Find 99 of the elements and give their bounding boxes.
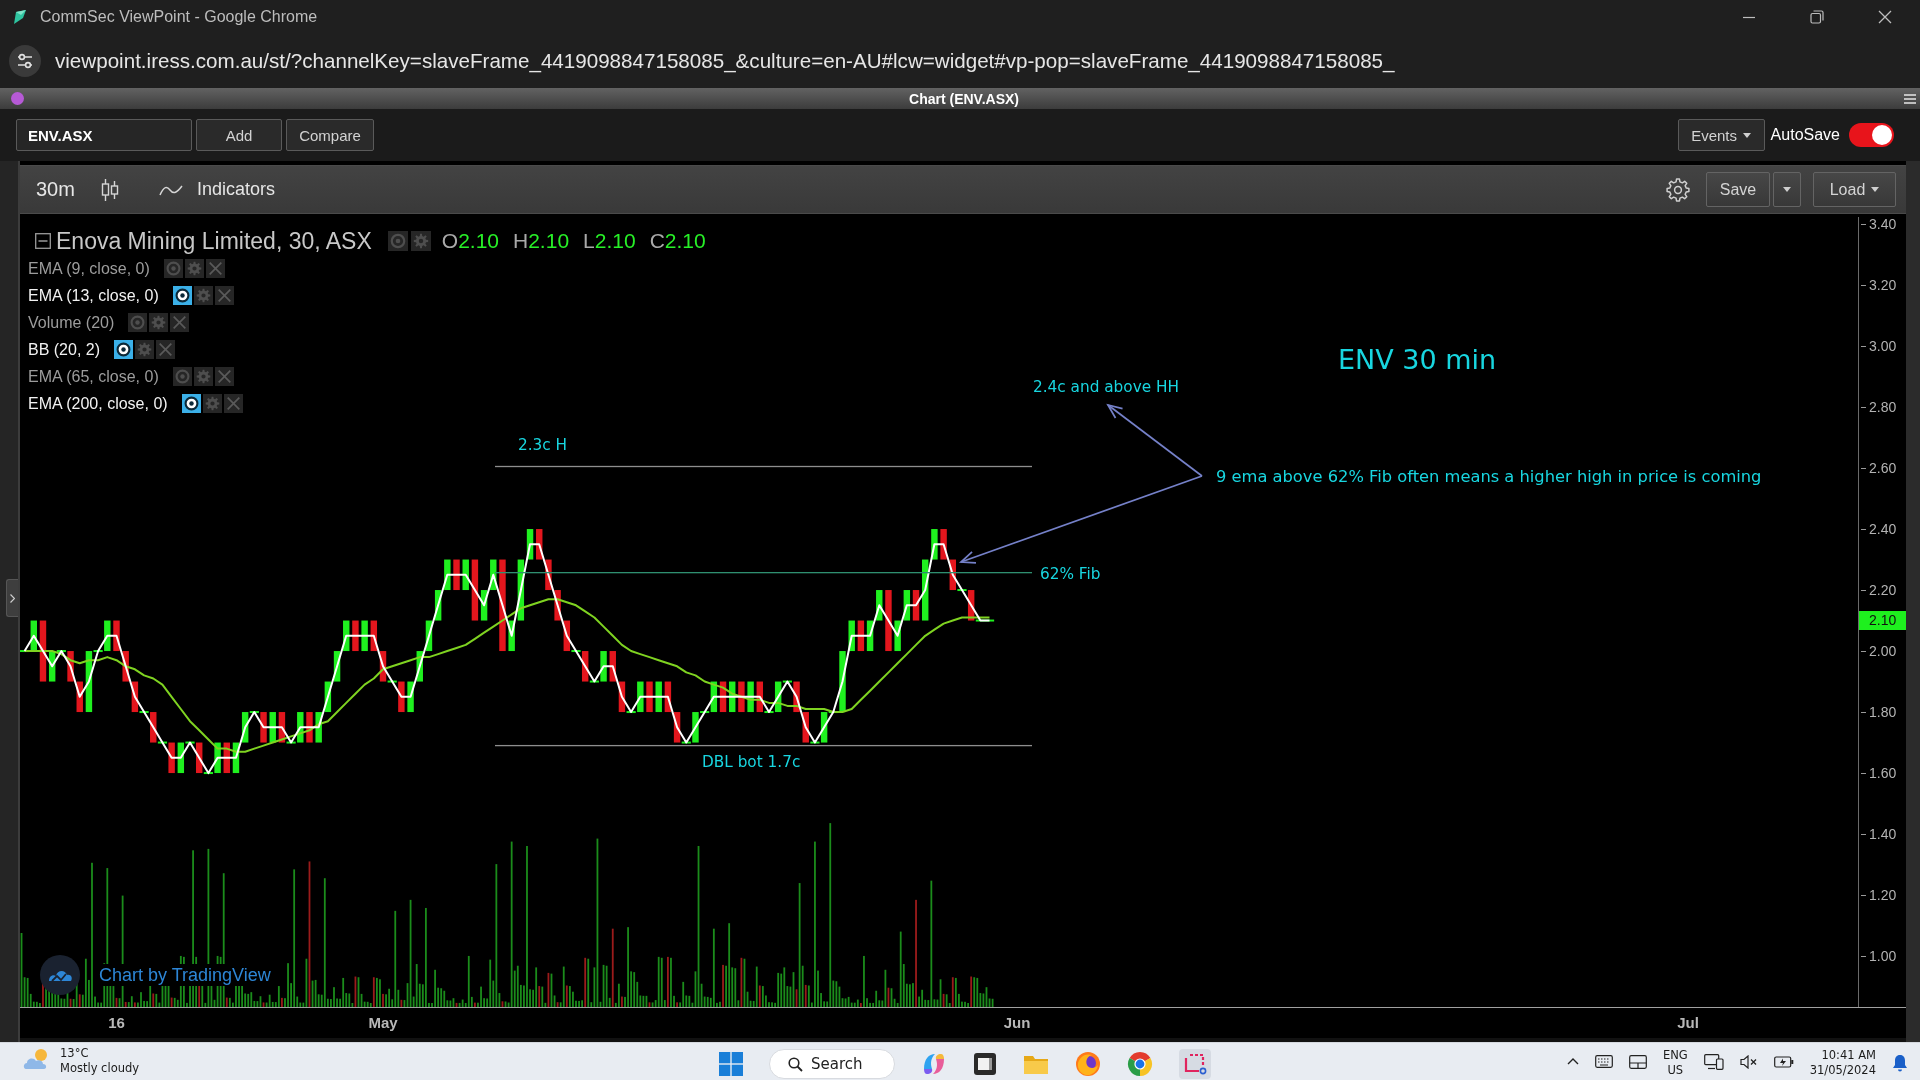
temperature-text: 13°C: [60, 1046, 89, 1061]
price-label: 1.40: [1859, 826, 1897, 843]
price-label: 1.00: [1859, 948, 1897, 965]
window-title: CommSec ViewPoint - Google Chrome: [40, 8, 319, 26]
expand-tab[interactable]: [6, 579, 18, 617]
caret-icon: [1783, 187, 1791, 192]
monitor-phone-icon[interactable]: [1703, 1054, 1724, 1070]
caret-icon: [1871, 187, 1880, 192]
price-label: 2.40: [1859, 521, 1897, 538]
ohlc-label: L: [583, 229, 595, 253]
sliders-icon[interactable]: [9, 45, 41, 77]
price-label: 2.00: [1859, 643, 1897, 660]
price-label: 1.80: [1859, 704, 1897, 721]
cloud-logo-icon: [40, 955, 80, 995]
chevron-up-icon[interactable]: [1566, 1058, 1579, 1065]
price-label: 2.80: [1859, 399, 1897, 415]
ohlc-value: 2.10: [458, 229, 499, 253]
study-label: EMA (200, close, 0): [28, 394, 168, 413]
logo-icon: [13, 9, 27, 25]
save-button[interactable]: Save: [1706, 172, 1770, 207]
chart-note: 2.3c H: [518, 436, 568, 455]
panel-title: Chart (ENV.ASX): [908, 90, 1020, 107]
dot-icon: [11, 92, 24, 105]
symbol-field[interactable]: ENV.ASX: [16, 119, 192, 151]
language-text[interactable]: ENG: [1662, 1048, 1688, 1063]
swirl-logo-icon[interactable]: [921, 1051, 947, 1077]
price-label: 3.00: [1859, 338, 1897, 354]
eye-icon[interactable]: [114, 340, 134, 359]
restore-icon[interactable]: [1810, 10, 1824, 24]
chart-note: 62% Fib: [1040, 565, 1101, 584]
keyboard-icon[interactable]: [1594, 1055, 1613, 1068]
study-label: EMA (65, close, 0): [28, 367, 159, 386]
windows-logo-icon[interactable]: [719, 1052, 743, 1076]
gear-icon[interactable]: [410, 231, 431, 251]
touchpad-icon[interactable]: [1628, 1055, 1647, 1069]
caret-icon: [1743, 132, 1752, 138]
toolbar-button[interactable]: Add: [196, 119, 282, 151]
clock-time[interactable]: 10:41 AM: [1821, 1048, 1876, 1063]
search-button[interactable]: Search: [769, 1049, 895, 1079]
ohlc-value: 2.10: [528, 229, 570, 253]
region-text[interactable]: US: [1667, 1063, 1684, 1078]
chart-heading: ENV 30 min: [1338, 343, 1497, 376]
eye-icon[interactable]: [181, 394, 201, 413]
chart-note: DBL bot 1.7c: [702, 753, 801, 772]
chevron-right-icon: [10, 593, 15, 603]
interval-button[interactable]: 30m: [36, 178, 75, 201]
chart-note: 2.4c and above HH: [1033, 378, 1179, 397]
study-label: EMA (13, close, 0): [28, 286, 159, 305]
price-label: 3.40: [1859, 216, 1897, 232]
save-menu-button[interactable]: [1773, 172, 1801, 207]
crop-icon[interactable]: [1179, 1049, 1211, 1079]
events-dropdown[interactable]: Events: [1677, 119, 1765, 151]
price-label: 2.60: [1859, 460, 1897, 476]
eye-icon[interactable]: [172, 286, 192, 305]
gear-icon[interactable]: [149, 313, 169, 332]
candlestick-icon[interactable]: [100, 177, 119, 202]
indicators-button[interactable]: Indicators: [158, 179, 275, 200]
scrollbar[interactable]: [1906, 161, 1920, 1042]
price-label: 3.20: [1859, 277, 1897, 293]
ohlc-label: C: [649, 229, 665, 253]
price-label: 1.60: [1859, 765, 1897, 782]
price-label: 2.20: [1859, 582, 1897, 599]
study-label: BB (20, 2): [28, 340, 101, 359]
load-dropdown[interactable]: Load: [1813, 172, 1896, 207]
bell-icon[interactable]: [1892, 1054, 1908, 1072]
attribution-link[interactable]: Chart by TradingView: [96, 964, 274, 986]
price-label: 1.20: [1859, 887, 1897, 904]
price-tag: 2.10: [1859, 611, 1906, 631]
date-label: May: [368, 1014, 398, 1031]
toolbar-button[interactable]: Compare: [286, 119, 374, 151]
battery-icon[interactable]: [1773, 1055, 1794, 1069]
clock-date[interactable]: 31/05/2024: [1809, 1063, 1876, 1078]
wave-icon: [158, 183, 183, 196]
ohlc-value: 2.10: [664, 229, 706, 253]
ohlc-value: 2.10: [594, 229, 636, 253]
date-label: Jul: [1677, 1014, 1699, 1031]
ring-logo-icon[interactable]: [1127, 1051, 1153, 1077]
date-label: 16: [108, 1014, 125, 1031]
close-icon[interactable]: [1878, 10, 1892, 24]
weather-text: Mostly cloudy: [60, 1061, 140, 1076]
date-label: Jun: [1003, 1014, 1031, 1031]
ohlc-label: H: [513, 229, 529, 253]
legend-title: Enova Mining Limited, 30, ASX: [56, 227, 372, 255]
url-text[interactable]: viewpoint.iress.com.au/st/?channelKey=slaveFrame_4419098847158085_&culture=en-AU#lcw=widget#vp-pop=slaveFrame_4419098847158085_: [55, 49, 1395, 73]
autosave-label: AutoSave: [1770, 126, 1840, 144]
window-icon[interactable]: [973, 1052, 997, 1076]
study-label: EMA (9, close, 0): [28, 259, 150, 278]
chart-note: 9 ema above 62% Fib often means a higher high in price is coming: [1216, 467, 1762, 486]
menu-icon[interactable]: [1904, 93, 1916, 104]
settings-icon[interactable]: [1666, 177, 1690, 202]
ohlc-label: O: [441, 229, 459, 253]
gear-icon[interactable]: [184, 259, 204, 278]
autosave-switch[interactable]: [1849, 123, 1894, 147]
flame-globe-icon[interactable]: [1075, 1051, 1101, 1077]
gear-icon[interactable]: [193, 367, 213, 386]
speaker-muted-icon[interactable]: [1739, 1055, 1758, 1069]
study-label: Volume (20): [28, 313, 115, 332]
collapse-icon[interactable]: [35, 233, 51, 249]
search-icon: [788, 1056, 803, 1072]
